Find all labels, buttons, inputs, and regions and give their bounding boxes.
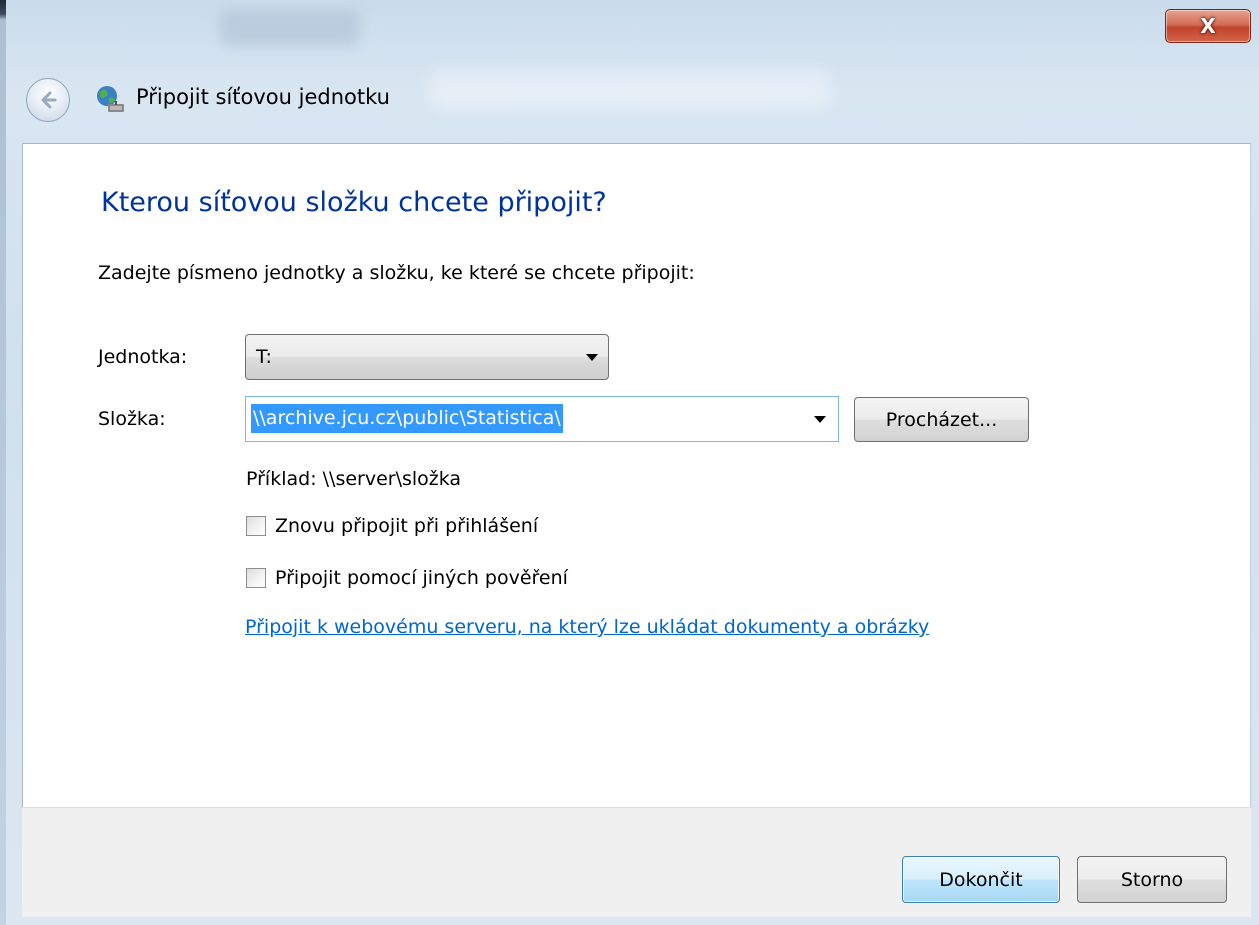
other-credentials-label[interactable]: Připojit pomocí jiných pověření — [275, 567, 568, 589]
drive-select-value: T: — [256, 346, 272, 368]
close-icon: X — [1200, 14, 1216, 38]
close-button[interactable]: X — [1165, 9, 1251, 43]
window-edge — [0, 0, 6, 925]
finish-button[interactable]: Dokončit — [902, 856, 1060, 903]
other-credentials-option[interactable]: Připojit pomocí jiných pověření — [246, 567, 568, 589]
frame-background-blur — [430, 70, 830, 110]
folder-input-selected-text: \\archive.jcu.cz\public\Statistica\ — [251, 404, 563, 433]
window-title: Připojit síťovou jednotku — [136, 85, 390, 109]
web-server-link[interactable]: Připojit k webovému serveru, na který lz… — [245, 616, 929, 638]
reconnect-label[interactable]: Znovu připojit při přihlášení — [275, 515, 538, 537]
folder-combobox[interactable]: \\archive.jcu.cz\public\Statistica\ — [245, 396, 839, 442]
reconnect-option[interactable]: Znovu připojit při přihlášení — [246, 515, 538, 537]
reconnect-checkbox[interactable] — [246, 516, 266, 536]
instruction-text: Zadejte písmeno jednotky a složku, ke kt… — [98, 262, 695, 284]
button-bar: Dokončit Storno — [22, 807, 1251, 917]
folder-label: Složka: — [98, 408, 166, 430]
back-arrow-icon — [41, 91, 57, 109]
network-drive-icon — [97, 86, 124, 112]
chevron-down-icon[interactable] — [814, 416, 826, 423]
wizard-content: Kterou síťovou složku chcete připojit? Z… — [22, 143, 1251, 807]
browse-button[interactable]: Procházet... — [854, 397, 1029, 442]
drive-label: Jednotka: — [98, 346, 188, 368]
cancel-button[interactable]: Storno — [1077, 856, 1227, 903]
drive-select[interactable]: T: — [245, 334, 609, 380]
other-credentials-checkbox[interactable] — [246, 568, 266, 588]
chevron-down-icon — [586, 354, 598, 361]
frame-background-blur — [220, 10, 360, 46]
back-button[interactable] — [26, 78, 70, 122]
example-text: Příklad: \\server\složka — [246, 468, 462, 490]
page-title: Kterou síťovou složku chcete připojit? — [101, 187, 607, 218]
